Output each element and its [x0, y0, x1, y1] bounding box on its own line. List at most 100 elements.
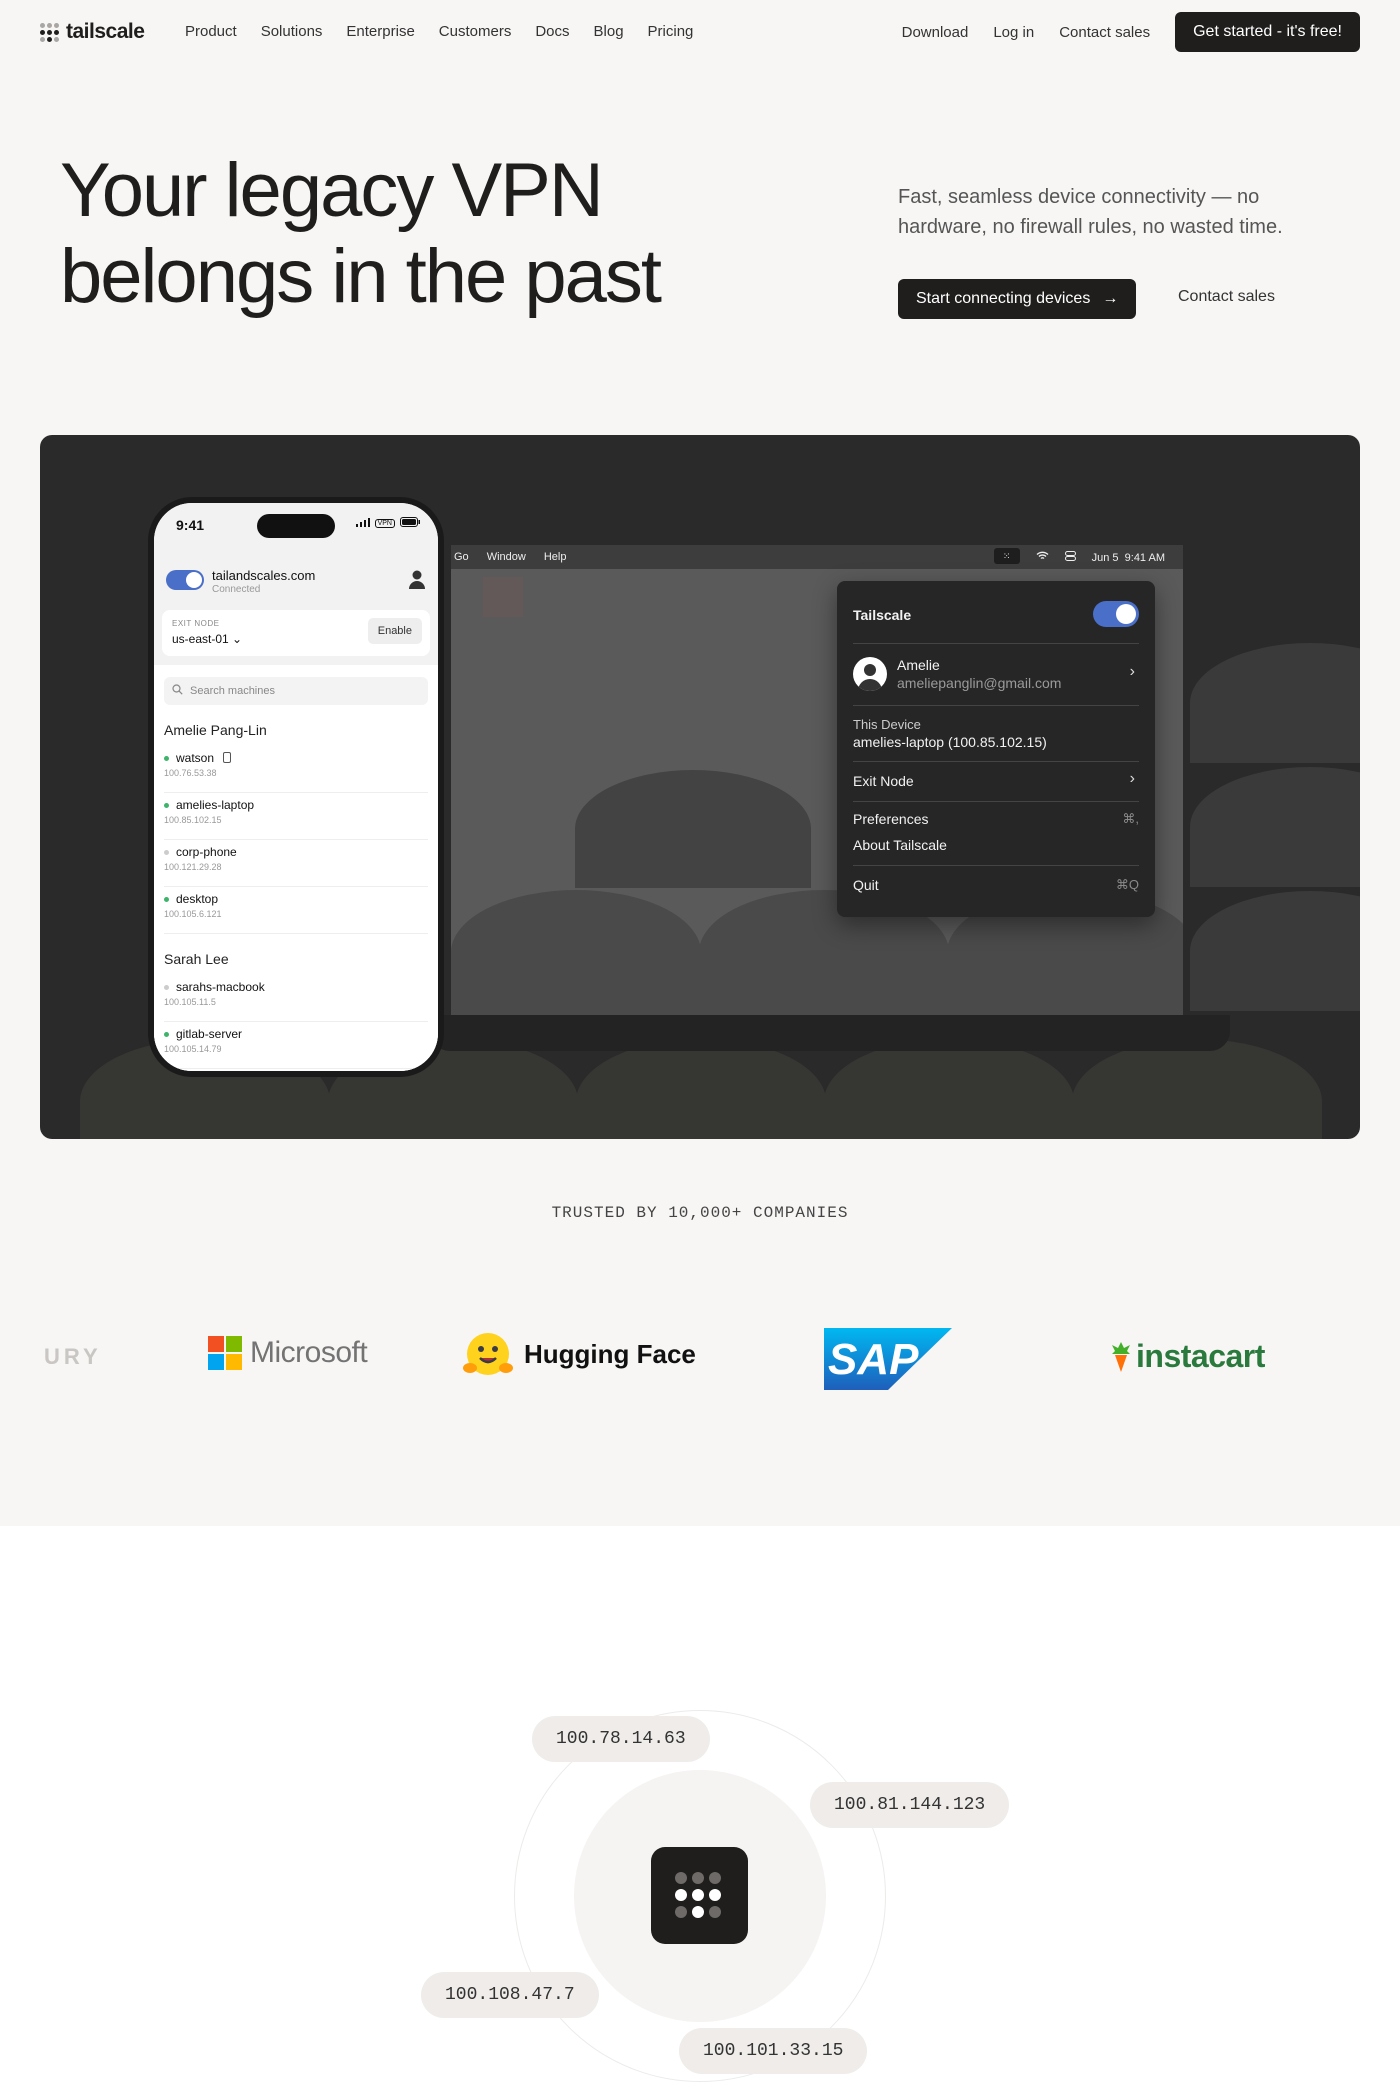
nav-link-docs[interactable]: Docs — [535, 23, 569, 40]
quit-label: Quit — [853, 877, 879, 893]
hero-subtitle: Fast, seamless device connectivity — no … — [898, 186, 1283, 238]
logo-partial: URY — [44, 1344, 102, 1369]
exit-node-menu-item[interactable]: Exit Node › — [853, 770, 1139, 793]
nav-link-pricing[interactable]: Pricing — [648, 23, 694, 40]
decorative-arch — [824, 1039, 1074, 1139]
tailscale-logo[interactable]: tailscale — [40, 20, 145, 44]
machine-ip: 100.76.53.38 — [164, 768, 217, 778]
divider — [853, 865, 1139, 866]
nav-link-product[interactable]: Product — [185, 23, 237, 40]
phone-mockup: 9:41 VPN tailandscales.com Connected EXI… — [148, 497, 444, 1077]
machine-search-input[interactable]: Search machines — [164, 677, 428, 705]
tailscale-app-icon — [651, 1847, 748, 1944]
battery-icon — [400, 517, 420, 530]
machine-item[interactable]: desktop 100.105.6.121 — [164, 887, 428, 934]
ip-pill: 100.101.33.15 — [679, 2028, 868, 2074]
exit-node-select[interactable]: us-east-01 ⌄ — [172, 632, 242, 646]
nav-link-blog[interactable]: Blog — [594, 23, 624, 40]
group-header: Sarah Lee — [164, 951, 229, 967]
machine-item[interactable]: gitlab-server 100.105.14.79 — [164, 1022, 428, 1069]
mac-menubar: Go Window Help ⁙ Jun 5 9:41 AM — [451, 545, 1183, 569]
download-link[interactable]: Download — [902, 24, 969, 41]
machine-list: Search machines Amelie Pang-Lin watson 1… — [154, 665, 438, 1071]
get-started-button[interactable]: Get started - it's free! — [1175, 12, 1360, 52]
tailscale-toggle[interactable] — [1093, 601, 1139, 627]
quit-menu-item[interactable]: Quit ⌘Q — [853, 877, 1139, 897]
decorative-arch — [1190, 891, 1360, 1011]
machine-name: amelies-laptop — [176, 798, 255, 812]
machine-item[interactable]: corp-phone 100.121.29.28 — [164, 840, 428, 887]
about-menu-item[interactable]: About Tailscale — [853, 837, 1139, 857]
machine-item[interactable]: sarahs-macbook 100.105.11.5 — [164, 975, 428, 1022]
tailscale-menubar-icon[interactable]: ⁙ — [993, 548, 1020, 564]
microsoft-logo: Microsoft — [208, 1336, 368, 1370]
machine-name: corp-phone — [176, 845, 237, 859]
menubar-status: ⁙ Jun 5 9:41 AM — [993, 548, 1165, 564]
hugging-face-logo: Hugging Face — [462, 1330, 696, 1378]
carrot-icon — [1112, 1341, 1130, 1372]
start-connecting-button[interactable]: Start connecting devices → — [898, 279, 1137, 319]
network-section: 100.78.14.63 100.81.144.123 100.108.47.7… — [0, 1526, 1400, 2100]
dynamic-island — [257, 514, 335, 538]
login-link[interactable]: Log in — [993, 24, 1034, 41]
phone-status-icons: VPN — [355, 517, 420, 530]
machine-name: desktop — [176, 892, 219, 906]
phone-screen: 9:41 VPN tailandscales.com Connected EXI… — [154, 503, 438, 1071]
divider — [853, 801, 1139, 802]
divider — [853, 705, 1139, 706]
nav-right: Download Log in Contact sales Get starte… — [902, 12, 1360, 52]
ts-account-row[interactable]: Amelie ameliepanglin@gmail.com › — [853, 651, 1139, 699]
svg-text:SAP: SAP — [828, 1335, 919, 1384]
enable-exit-node-button[interactable]: Enable — [367, 618, 422, 644]
window-shadow — [483, 577, 523, 617]
nav-link-solutions[interactable]: Solutions — [261, 23, 323, 40]
avatar — [853, 657, 887, 691]
machine-ip: 100.105.11.5 — [164, 997, 216, 1007]
menu-window[interactable]: Window — [487, 551, 526, 563]
screen-arch — [451, 890, 701, 1015]
machine-ip: 100.105.14.79 — [164, 1044, 222, 1054]
user-icon[interactable] — [408, 569, 426, 589]
menubar-date: Jun 5 — [1091, 551, 1119, 564]
group-header: Amelie Pang-Lin — [164, 722, 267, 738]
menu-go[interactable]: Go — [454, 551, 469, 563]
nav-link-customers[interactable]: Customers — [439, 23, 512, 40]
wifi-icon[interactable] — [1036, 551, 1049, 564]
trusted-heading: TRUSTED BY 10,000+ COMPANIES — [551, 1204, 849, 1222]
online-dot — [164, 756, 169, 761]
search-icon — [172, 684, 183, 695]
menu-help[interactable]: Help — [544, 551, 567, 563]
machine-name: watson — [176, 751, 232, 765]
machine-ip: 100.121.29.28 — [164, 862, 222, 872]
contact-sales-link[interactable]: Contact sales — [1059, 24, 1150, 41]
machine-item[interactable]: watson 100.76.53.38 — [164, 746, 428, 793]
machine-name: gitlab-server — [176, 1027, 243, 1041]
ip-pill: 100.108.47.7 — [421, 1972, 599, 2018]
decorative-arch — [1190, 767, 1360, 887]
nav-link-enterprise[interactable]: Enterprise — [346, 23, 414, 40]
online-dot — [164, 897, 169, 902]
machine-item[interactable]: amelies-laptop 100.85.102.15 — [164, 793, 428, 840]
chevron-right-icon: › — [1129, 770, 1135, 787]
hero-title-line1: Your legacy VPN — [60, 148, 604, 233]
menubar-menus: Go Window Help — [454, 551, 566, 563]
quit-shortcut: ⌘Q — [1115, 877, 1139, 892]
laptop-base — [430, 1015, 1230, 1051]
decorative-arch — [1072, 1039, 1322, 1139]
tailscale-dots-icon — [675, 1872, 721, 1918]
control-center-icon[interactable] — [1064, 551, 1076, 564]
arrow-right-icon: → — [1102, 290, 1119, 307]
about-label: About Tailscale — [853, 837, 947, 853]
phone-vpn-toggle[interactable] — [166, 570, 204, 590]
microsoft-icon — [208, 1336, 242, 1370]
preferences-label: Preferences — [853, 811, 929, 827]
offline-dot — [164, 850, 169, 855]
logo-icon — [40, 22, 59, 42]
preferences-menu-item[interactable]: Preferences ⌘, — [853, 811, 1139, 831]
phone-device-icon — [223, 752, 232, 763]
exit-node-card-label: EXIT NODE — [172, 619, 220, 628]
ts-menu-header: Tailscale — [853, 601, 1139, 631]
hero-contact-sales-link[interactable]: Contact sales — [1178, 288, 1275, 306]
phone-clock: 9:41 — [176, 517, 205, 533]
ts-menu-title: Tailscale — [853, 607, 912, 623]
